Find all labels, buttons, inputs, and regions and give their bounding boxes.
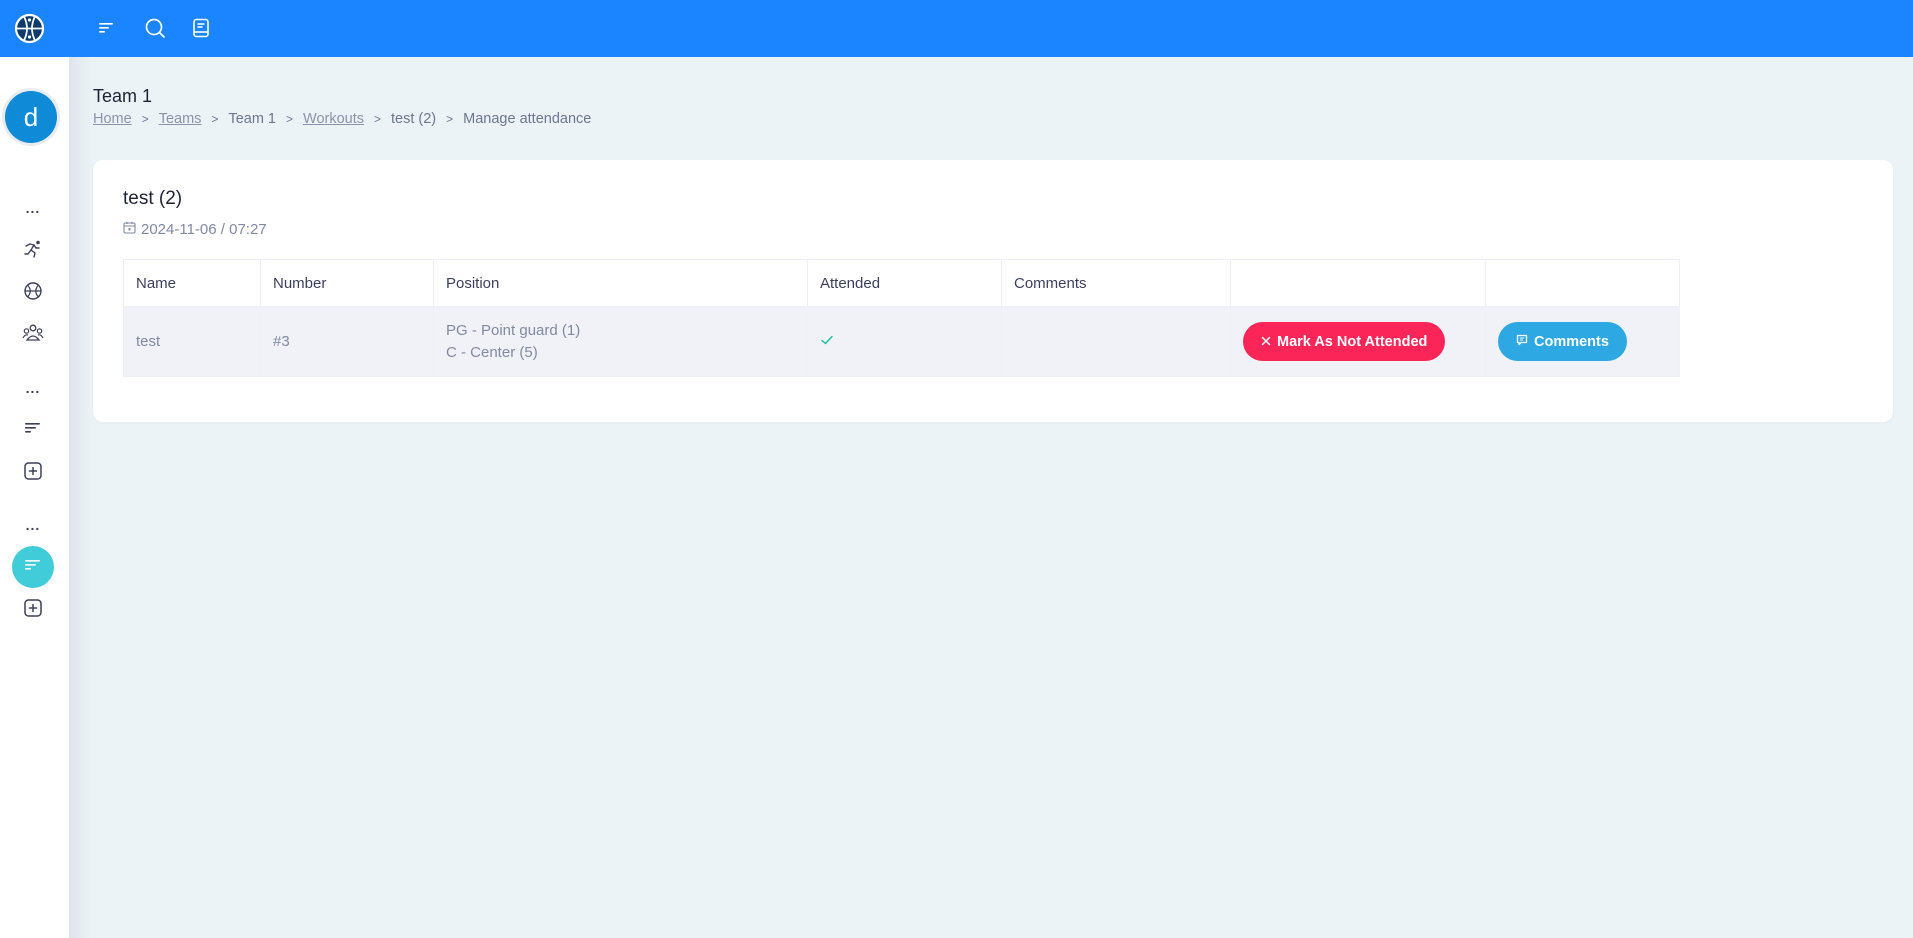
sidebar-section-more-2[interactable]: ...: [16, 376, 50, 400]
workout-title: test (2): [123, 188, 183, 209]
calendar-icon: [123, 221, 136, 238]
sidebar-item-add[interactable]: [16, 461, 50, 485]
add-square-icon: [23, 461, 43, 486]
column-header-comments-action: [1485, 259, 1680, 307]
sidebar-item-teams[interactable]: [16, 323, 50, 347]
close-icon: [1261, 334, 1271, 350]
breadcrumb-team: Team 1: [228, 111, 276, 127]
basketball-logo-icon[interactable]: [14, 13, 45, 44]
attendance-table: Name Number Position Attended Comments t…: [123, 259, 1680, 377]
basketball-icon: [23, 281, 43, 306]
cell-number: #3: [260, 306, 434, 377]
chevron-right-icon: >: [286, 112, 294, 126]
avatar-initial: d: [23, 101, 39, 132]
comment-icon: [1516, 334, 1528, 350]
breadcrumb-workout: test (2): [391, 111, 437, 127]
sidebar: [0, 57, 69, 938]
running-icon: [23, 239, 43, 264]
page-title: Team 1: [93, 86, 153, 106]
cell-action: Mark As Not Attended: [1230, 306, 1486, 377]
chevron-right-icon: >: [446, 112, 454, 126]
sidebar-item-list[interactable]: [16, 418, 50, 442]
cell-position: PG - Point guard (1) C - Center (5): [433, 306, 808, 377]
sidebar-item-workouts[interactable]: [16, 239, 50, 263]
breadcrumb-current: Manage attendance: [463, 111, 592, 127]
sidebar-shadow: [69, 57, 93, 938]
chevron-right-icon: >: [374, 112, 382, 126]
comments-button[interactable]: Comments: [1498, 322, 1627, 361]
workout-datetime: 2024-11-06 / 07:27: [123, 221, 267, 238]
top-navbar: [0, 0, 1913, 57]
sidebar-section-more-3[interactable]: ...: [16, 513, 50, 537]
sidebar-item-add-2[interactable]: [16, 598, 50, 622]
attendance-card: test (2) 2024-11-06 / 07:27 Name Number …: [93, 160, 1893, 422]
sidebar-section-more-1[interactable]: ...: [16, 196, 50, 220]
more-dots-icon: ...: [25, 380, 41, 396]
cell-name: test: [123, 306, 261, 377]
breadcrumb: Home > Teams > Team 1 > Workouts > test …: [93, 111, 591, 127]
list-icon: [24, 421, 42, 440]
chevron-right-icon: >: [211, 112, 219, 126]
chevron-right-icon: >: [141, 112, 149, 126]
add-square-icon: [23, 598, 43, 623]
column-header-name: Name: [123, 259, 261, 307]
table-header-row: Name Number Position Attended Comments: [123, 259, 1680, 307]
breadcrumb-workouts[interactable]: Workouts: [303, 111, 364, 127]
team-icon: [22, 323, 44, 348]
cell-comments: [1001, 306, 1231, 377]
sidebar-item-games[interactable]: [16, 281, 50, 305]
comments-button-label: Comments: [1534, 333, 1609, 350]
position-item: PG - Point guard (1): [446, 321, 581, 339]
sidebar-item-list-active[interactable]: [12, 546, 54, 588]
check-icon: [820, 333, 834, 350]
cell-attended: [807, 306, 1002, 377]
search-icon[interactable]: [143, 16, 167, 40]
breadcrumb-teams[interactable]: Teams: [159, 111, 202, 127]
more-dots-icon: ...: [25, 200, 41, 216]
cell-comments-action: Comments: [1485, 306, 1680, 377]
column-header-number: Number: [260, 259, 434, 307]
mark-not-attended-button[interactable]: Mark As Not Attended: [1243, 322, 1446, 361]
datetime-text: 2024-11-06 / 07:27: [141, 221, 267, 238]
table-row: test #3 PG - Point guard (1) C - Center …: [123, 306, 1680, 377]
column-header-attended: Attended: [807, 259, 1002, 307]
position-item: C - Center (5): [446, 343, 538, 361]
list-icon: [24, 558, 42, 577]
more-dots-icon: ...: [25, 517, 41, 533]
mark-not-attended-label: Mark As Not Attended: [1277, 333, 1428, 350]
breadcrumb-home[interactable]: Home: [93, 111, 132, 127]
book-icon[interactable]: [189, 16, 213, 40]
page-header: Team 1 Home > Teams > Team 1 > Workouts …: [93, 86, 591, 127]
menu-icon[interactable]: [95, 16, 119, 40]
column-header-comments: Comments: [1001, 259, 1231, 307]
column-header-position: Position: [433, 259, 808, 307]
column-header-action: [1230, 259, 1486, 307]
avatar[interactable]: d: [5, 91, 57, 143]
